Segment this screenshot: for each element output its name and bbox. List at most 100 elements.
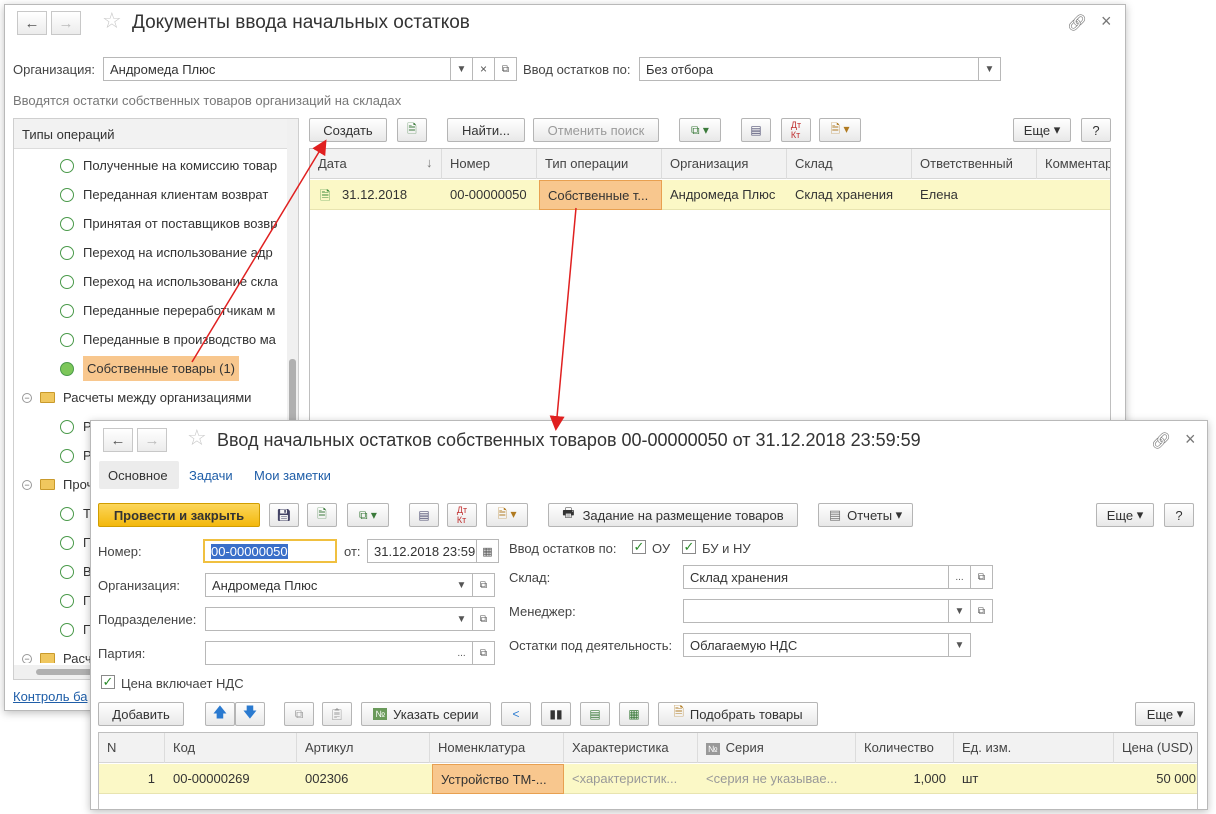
doc-close-icon[interactable]: ×: [1185, 429, 1196, 450]
doc-dt-kt-icon[interactable]: Дт Кт: [447, 503, 477, 527]
activity-field[interactable]: Облагаемую НДС: [683, 633, 949, 657]
col-header-org[interactable]: Организация: [662, 149, 787, 179]
create-button[interactable]: Создать: [309, 118, 387, 142]
col-header-qty[interactable]: Количество: [856, 733, 954, 763]
col-header-unit[interactable]: Ед. изм.: [954, 733, 1114, 763]
col-header-price[interactable]: Цена (USD): [1114, 733, 1197, 763]
cancel-search-button[interactable]: Отменить поиск: [533, 118, 659, 142]
manager-field[interactable]: [683, 599, 949, 623]
doc-back-button[interactable]: ←: [103, 428, 133, 452]
tree-item[interactable]: П: [14, 528, 92, 557]
doc-more-button[interactable]: Еще ▾: [1096, 503, 1154, 527]
warehouse-select-button[interactable]: ...: [949, 565, 971, 589]
batch-open-button[interactable]: ⧉: [473, 641, 495, 665]
calendar-icon[interactable]: ▦: [477, 539, 499, 563]
print-menu-button[interactable]: 🗎︎ ▾: [819, 118, 861, 142]
copy-icon[interactable]: ⧉: [284, 702, 314, 726]
collapse-icon[interactable]: −: [22, 392, 32, 403]
org-open-button[interactable]: ⧉: [495, 57, 517, 81]
back-button[interactable]: ←: [17, 11, 47, 35]
tree-hscroll-thumb[interactable]: [36, 669, 96, 675]
manager-dropdown-button[interactable]: ▼: [949, 599, 971, 623]
tree-item[interactable]: П: [14, 615, 92, 644]
journal-icon[interactable]: ▤: [741, 118, 771, 142]
forward-button[interactable]: →: [51, 11, 81, 35]
tab-my-notes[interactable]: Мои заметки: [254, 468, 331, 483]
tree-item[interactable]: П: [14, 586, 92, 615]
col-header-characteristic[interactable]: Характеристика: [564, 733, 698, 763]
tree-scrollbar-thumb[interactable]: [289, 359, 296, 429]
move-up-icon[interactable]: 🡅︎: [205, 702, 235, 726]
paste-icon[interactable]: 📋︎: [322, 702, 352, 726]
collapse-icon[interactable]: −: [22, 653, 32, 663]
balance-control-link[interactable]: Контроль ба: [13, 689, 87, 704]
col-header-item[interactable]: Номенклатура: [430, 733, 564, 763]
col-header-responsible[interactable]: Ответственный: [912, 149, 1037, 179]
tree-item[interactable]: Т: [14, 499, 91, 528]
division-field[interactable]: [205, 607, 459, 631]
table-row[interactable]: 1 00-00000269 002306 Устройство ТМ-... <…: [99, 764, 1197, 794]
post-and-close-button[interactable]: Провести и закрыть: [98, 503, 260, 527]
collapse-icon[interactable]: −: [22, 479, 32, 490]
division-dropdown-button[interactable]: ▼: [451, 607, 473, 631]
tree-item[interactable]: Принятая от поставщиков возвр: [14, 209, 277, 238]
doc-forward-button[interactable]: →: [137, 428, 167, 452]
tree-item[interactable]: Переданные в производство ма: [14, 325, 276, 354]
col-header-op-type[interactable]: Тип операции: [537, 149, 662, 179]
tree-item[interactable]: − Расчеты между организациями: [14, 383, 251, 412]
dt-kt-icon[interactable]: Дт Кт: [781, 118, 811, 142]
doc-journal-icon[interactable]: ▤: [409, 503, 439, 527]
ou-checkbox[interactable]: ✓: [632, 540, 646, 554]
doc-org-dropdown-button[interactable]: ▼: [451, 573, 473, 597]
input-by-field[interactable]: Без отбора: [639, 57, 979, 81]
link-icon[interactable]: 🔗︎: [1067, 13, 1087, 33]
vat-included-checkbox[interactable]: ✓: [101, 675, 115, 689]
tree-item[interactable]: Переданные переработчикам м: [14, 296, 275, 325]
doc-create-based-on-button[interactable]: ⧉ ▾: [347, 503, 389, 527]
org-clear-button[interactable]: ×: [473, 57, 495, 81]
tree-item[interactable]: Переход на использование скла: [14, 267, 278, 296]
col-header-series[interactable]: № Серия: [698, 733, 856, 763]
tree-item[interactable]: Полученные на комиссию товар: [14, 151, 277, 180]
col-header-comment[interactable]: Комментар: [1037, 149, 1110, 179]
col-header-date[interactable]: Дата: [310, 149, 442, 179]
input-by-dropdown-button[interactable]: ▼: [979, 57, 1001, 81]
col-header-warehouse[interactable]: Склад: [787, 149, 912, 179]
specify-series-button[interactable]: № Указать серии: [361, 702, 491, 726]
doc-help-button[interactable]: ?: [1164, 503, 1194, 527]
create-based-on-button[interactable]: ⧉ ▾: [679, 118, 721, 142]
post-icon[interactable]: 🗎︎: [307, 503, 337, 527]
batch-field[interactable]: [205, 641, 459, 665]
tree-item[interactable]: Р: [14, 441, 92, 470]
list-help-button[interactable]: ?: [1081, 118, 1111, 142]
date-field[interactable]: 31.12.2018 23:59:59: [367, 539, 477, 563]
move-down-icon[interactable]: 🡇︎: [235, 702, 265, 726]
division-open-button[interactable]: ⧉: [473, 607, 495, 631]
placement-task-button[interactable]: 🖶︎ Задание на размещение товаров: [548, 503, 798, 527]
list-more-button[interactable]: Еще ▾: [1013, 118, 1071, 142]
tree-item[interactable]: Р: [14, 412, 92, 441]
tree-item[interactable]: Переданная клиентам возврат: [14, 180, 268, 209]
save-icon[interactable]: 💾︎: [269, 503, 299, 527]
favorite-star-icon[interactable]: ☆: [102, 8, 122, 34]
col-header-article[interactable]: Артикул: [297, 733, 430, 763]
tab-tasks[interactable]: Задачи: [189, 468, 233, 483]
bu-nu-checkbox[interactable]: ✓: [682, 540, 696, 554]
close-icon[interactable]: ×: [1101, 11, 1112, 32]
doc-org-open-button[interactable]: ⧉: [473, 573, 495, 597]
add-row-button[interactable]: Добавить: [98, 702, 184, 726]
org-field[interactable]: Андромеда Плюс: [103, 57, 451, 81]
org-dropdown-button[interactable]: ▼: [451, 57, 473, 81]
doc-link-icon[interactable]: 🔗︎: [1151, 431, 1171, 451]
pick-goods-button[interactable]: 🗎︎ Подобрать товары: [658, 702, 818, 726]
number-field[interactable]: 00-00000050: [203, 539, 337, 563]
col-header-code[interactable]: Код: [165, 733, 297, 763]
doc-org-field[interactable]: Андромеда Плюс: [205, 573, 459, 597]
fill-icon[interactable]: ▤: [580, 702, 610, 726]
tree-item[interactable]: В: [14, 557, 92, 586]
table-more-button[interactable]: Еще ▾: [1135, 702, 1195, 726]
create-copy-button[interactable]: 🗎︎: [397, 118, 427, 142]
manager-open-button[interactable]: ⧉: [971, 599, 993, 623]
tree-item[interactable]: − Расч: [14, 644, 92, 663]
split-row-icon[interactable]: <: [501, 702, 531, 726]
